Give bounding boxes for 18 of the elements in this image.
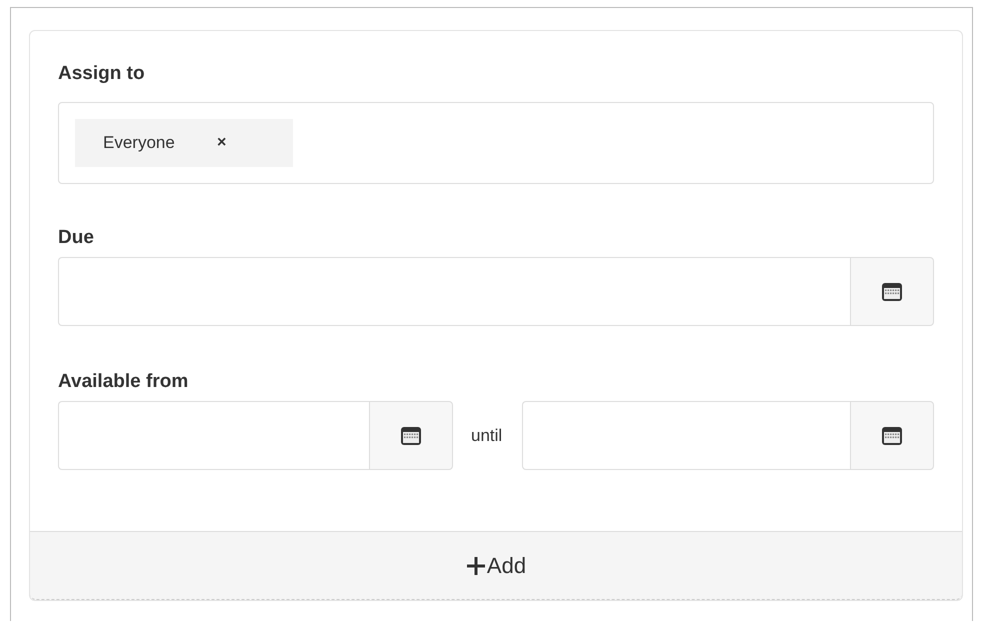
add-button[interactable]: Add: [30, 531, 962, 600]
date-field[interactable]: [58, 257, 850, 326]
calendar-button[interactable]: [850, 257, 934, 326]
calendar-button[interactable]: [850, 401, 934, 470]
range-separator: until: [470, 426, 504, 446]
field-label: Due: [58, 227, 95, 249]
tag-label: Everyone: [103, 133, 176, 153]
calendar-icon: [881, 282, 903, 302]
plus-icon: [466, 556, 486, 576]
assignee-field[interactable]: Everyone ×: [58, 102, 934, 184]
calendar-icon: [881, 426, 903, 446]
field-label: Assign to: [58, 63, 146, 85]
date-field[interactable]: [522, 401, 850, 470]
calendar-button[interactable]: [369, 401, 453, 470]
calendar-icon: [400, 426, 422, 446]
remove-button[interactable]: ×: [213, 134, 230, 152]
date-field[interactable]: [58, 401, 369, 470]
field-label: Available from: [58, 371, 190, 393]
